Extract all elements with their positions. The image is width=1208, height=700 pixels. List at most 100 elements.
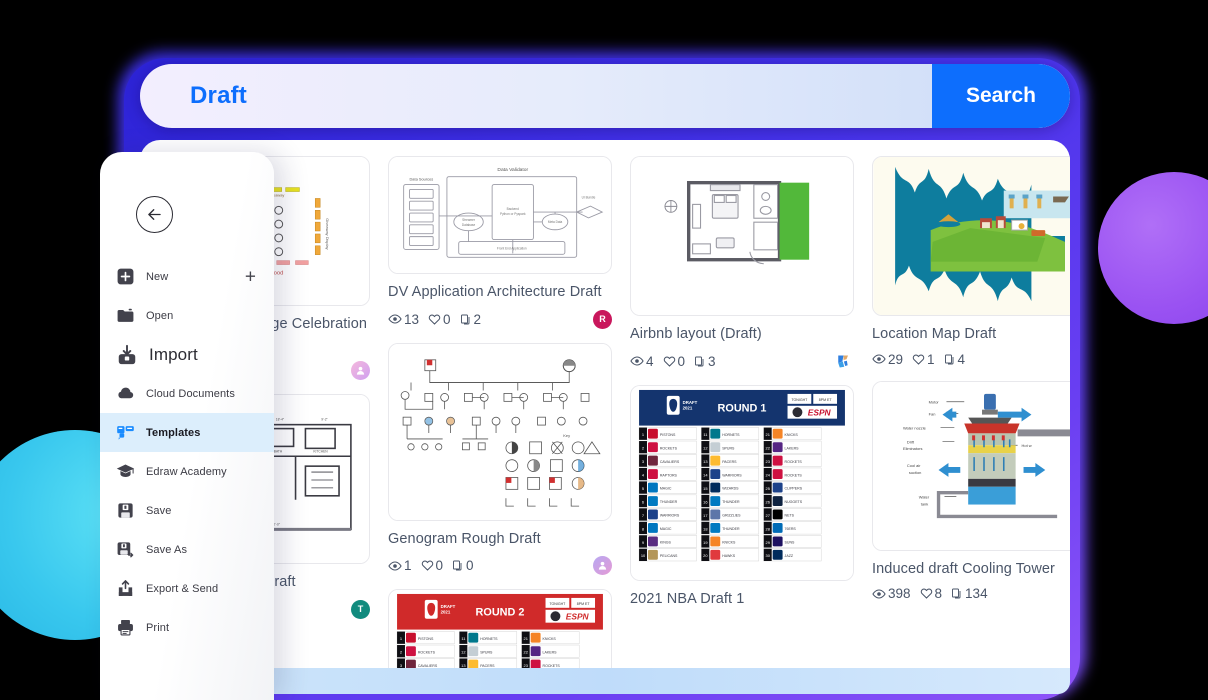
view-count-value: 29 [888,351,904,367]
template-card[interactable]: Airbnb layout (Draft) 4 0 3 [630,156,854,371]
template-card[interactable]: Motor Fan Water nozzle Drift Eliminators C… [872,380,1070,602]
file-menu-list: New + Open Import Cloud Documents Templates Ed… [100,257,274,647]
sidebar-item-new[interactable]: New + [100,257,274,296]
author-avatar[interactable] [351,361,370,381]
svg-text:Database: Database [462,223,476,227]
gallery-column: Airbnb layout (Draft) 4 0 3 DRAFT 2021 R… [630,156,854,609]
template-thumbnail[interactable] [630,156,854,316]
search-bar: Search [140,64,1070,128]
copy-count: 0 [452,558,474,573]
export-upload-icon [116,579,135,598]
template-thumbnail[interactable]: Motor Fan Water nozzle Drift Eliminators C… [872,380,1070,551]
gallery-scroll-area[interactable]: GiveawayGiveaway Dance Floor FoodFood Gi… [140,140,1070,692]
eye-icon [630,354,644,368]
heart-icon [912,353,925,366]
gallery-column: Location Map Draft 29 1 4 Motor Fan Water… [872,156,1070,601]
template-card[interactable]: Key Genogram Rough Draft 1 0 0 [388,342,612,576]
template-stats: 1 0 0 [388,556,612,576]
svg-text:TONIGHT: TONIGHT [549,602,566,606]
svg-text:27: 27 [766,512,770,517]
import-icon [116,344,138,366]
view-count-value: 13 [404,311,420,327]
svg-text:9'-2": 9'-2" [321,418,328,422]
author-avatar[interactable] [593,556,612,576]
svg-text:Backend: Backend [507,207,519,211]
copy-icon [694,355,706,368]
sidebar-item-label: Export & Send [146,582,219,595]
view-count: 29 [872,352,903,367]
svg-text:ROCKETS: ROCKETS [785,473,803,477]
copy-count-value: 134 [965,586,988,602]
sidebar-item-label: Edraw Academy [146,465,227,478]
search-input-wrap [140,64,932,128]
template-card[interactable]: DRAFT 2021 ROUND 1 TONIGHT 8PM ET ESPN 1… [630,384,854,610]
svg-text:29: 29 [766,539,770,544]
svg-text:1: 1 [642,432,644,437]
svg-text:DRAFT: DRAFT [683,399,698,404]
svg-text:MAGIC: MAGIC [660,527,672,531]
templates-gallery-panel: GiveawayGiveaway Dance Floor FoodFood Gi… [140,140,1070,692]
eye-icon [872,352,886,366]
svg-text:UI Bundle: UI Bundle [582,195,596,199]
svg-text:SPURS: SPURS [480,650,493,654]
add-new-plus-icon[interactable]: + [245,267,256,286]
svg-text:HORNETS: HORNETS [722,432,740,436]
svg-text:Eliminators: Eliminators [903,446,923,451]
svg-text:Meta Data: Meta Data [548,220,563,224]
svg-text:ROUND 1: ROUND 1 [718,402,767,414]
svg-text:THUNDER: THUNDER [660,500,678,504]
back-button[interactable] [136,196,173,233]
svg-text:Key: Key [563,433,570,438]
sidebar-item-export-send[interactable]: Export & Send [100,569,274,608]
svg-text:MAGIC: MAGIC [660,486,672,490]
author-avatar[interactable] [835,352,854,371]
search-button[interactable]: Search [932,64,1070,128]
template-thumbnail[interactable]: DRAFT 2021 ROUND 1 TONIGHT 8PM ET ESPN 1… [630,384,854,581]
sidebar-item-label: New [146,270,169,283]
author-avatar[interactable]: R [593,309,612,329]
sidebar-item-open[interactable]: Open [100,296,274,335]
sidebar-item-label: Save As [146,543,188,556]
search-input[interactable] [190,82,932,110]
like-count-value: 8 [934,586,943,602]
copy-count-value: 3 [708,353,716,369]
sidebar-item-edraw-academy[interactable]: Edraw Academy [100,452,274,491]
sidebar-item-save-as[interactable]: Save As [100,530,274,569]
template-thumbnail[interactable]: Key [388,342,612,521]
template-card[interactable]: Data Validator Data Sources Backend Pytho… [388,156,612,329]
svg-text:BATH: BATH [274,449,283,453]
template-title: Induced draft Cooling Tower [872,560,1055,577]
svg-text:THUNDER: THUNDER [722,500,740,504]
svg-text:tank: tank [921,501,928,506]
svg-text:8PM ET: 8PM ET [819,397,833,401]
svg-text:DRAFT: DRAFT [441,604,456,609]
author-avatar[interactable]: T [351,599,370,619]
svg-text:Cool air: Cool air [907,463,921,468]
template-card[interactable]: Location Map Draft 29 1 4 [872,156,1070,367]
template-thumbnail[interactable]: Data Validator Data Sources Backend Pytho… [388,156,612,274]
svg-text:JAZZ: JAZZ [785,554,794,558]
sidebar-item-import[interactable]: Import [100,335,274,374]
sidebar-item-print[interactable]: Print [100,608,274,647]
template-thumbnail[interactable] [872,156,1070,316]
screenshot-root: Search GiveawayGiveaway Dance Floor Food… [0,0,1208,700]
sidebar-item-cloud-documents[interactable]: Cloud Documents [100,374,274,413]
svg-text:2: 2 [400,650,402,655]
like-count-value: 1 [927,351,935,367]
view-count: 1 [388,558,412,573]
svg-text:NUGGETS: NUGGETS [785,500,803,504]
arrow-left-icon [148,209,161,220]
sidebar-item-save[interactable]: Save [100,491,274,530]
view-count: 13 [388,312,419,327]
user-icon [356,366,365,375]
templates-icon [116,423,135,442]
svg-text:ROCKETS: ROCKETS [418,650,436,654]
svg-text:12: 12 [703,445,707,450]
sidebar-item-templates[interactable]: Templates [100,413,274,452]
folder-icon [116,306,135,325]
svg-text:KNICKS: KNICKS [785,432,799,436]
sidebar-item-label: Save [146,504,172,517]
svg-text:CAVALIERS: CAVALIERS [660,459,680,463]
template-title: 2021 NBA Draft 1 [630,590,745,607]
copy-icon [944,353,956,366]
